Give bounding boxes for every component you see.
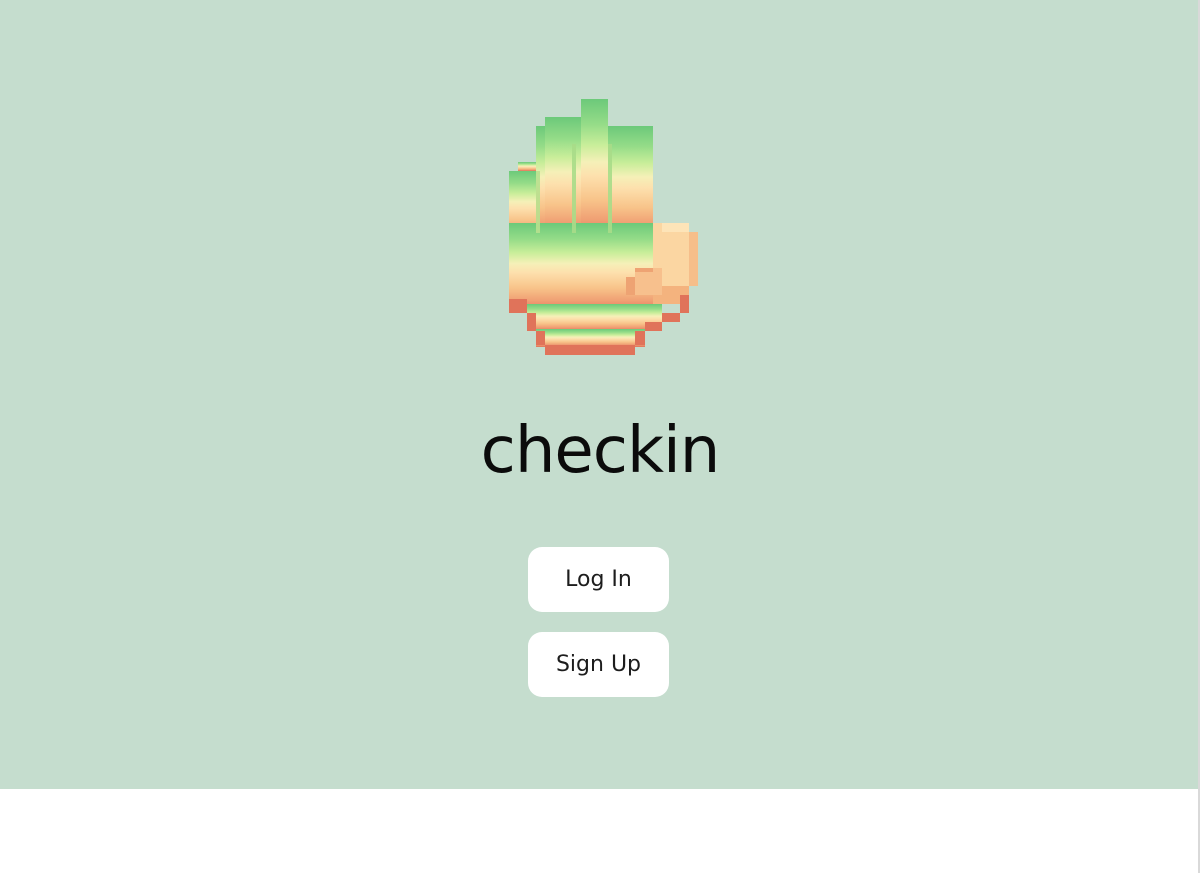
landing-hero: checkin Log In Sign Up [0, 0, 1200, 789]
page-footer-area [0, 789, 1200, 873]
waving-hand-icon [509, 99, 698, 357]
signup-button[interactable]: Sign Up [528, 632, 669, 697]
login-button[interactable]: Log In [528, 547, 669, 612]
app-title: checkin [480, 414, 721, 488]
